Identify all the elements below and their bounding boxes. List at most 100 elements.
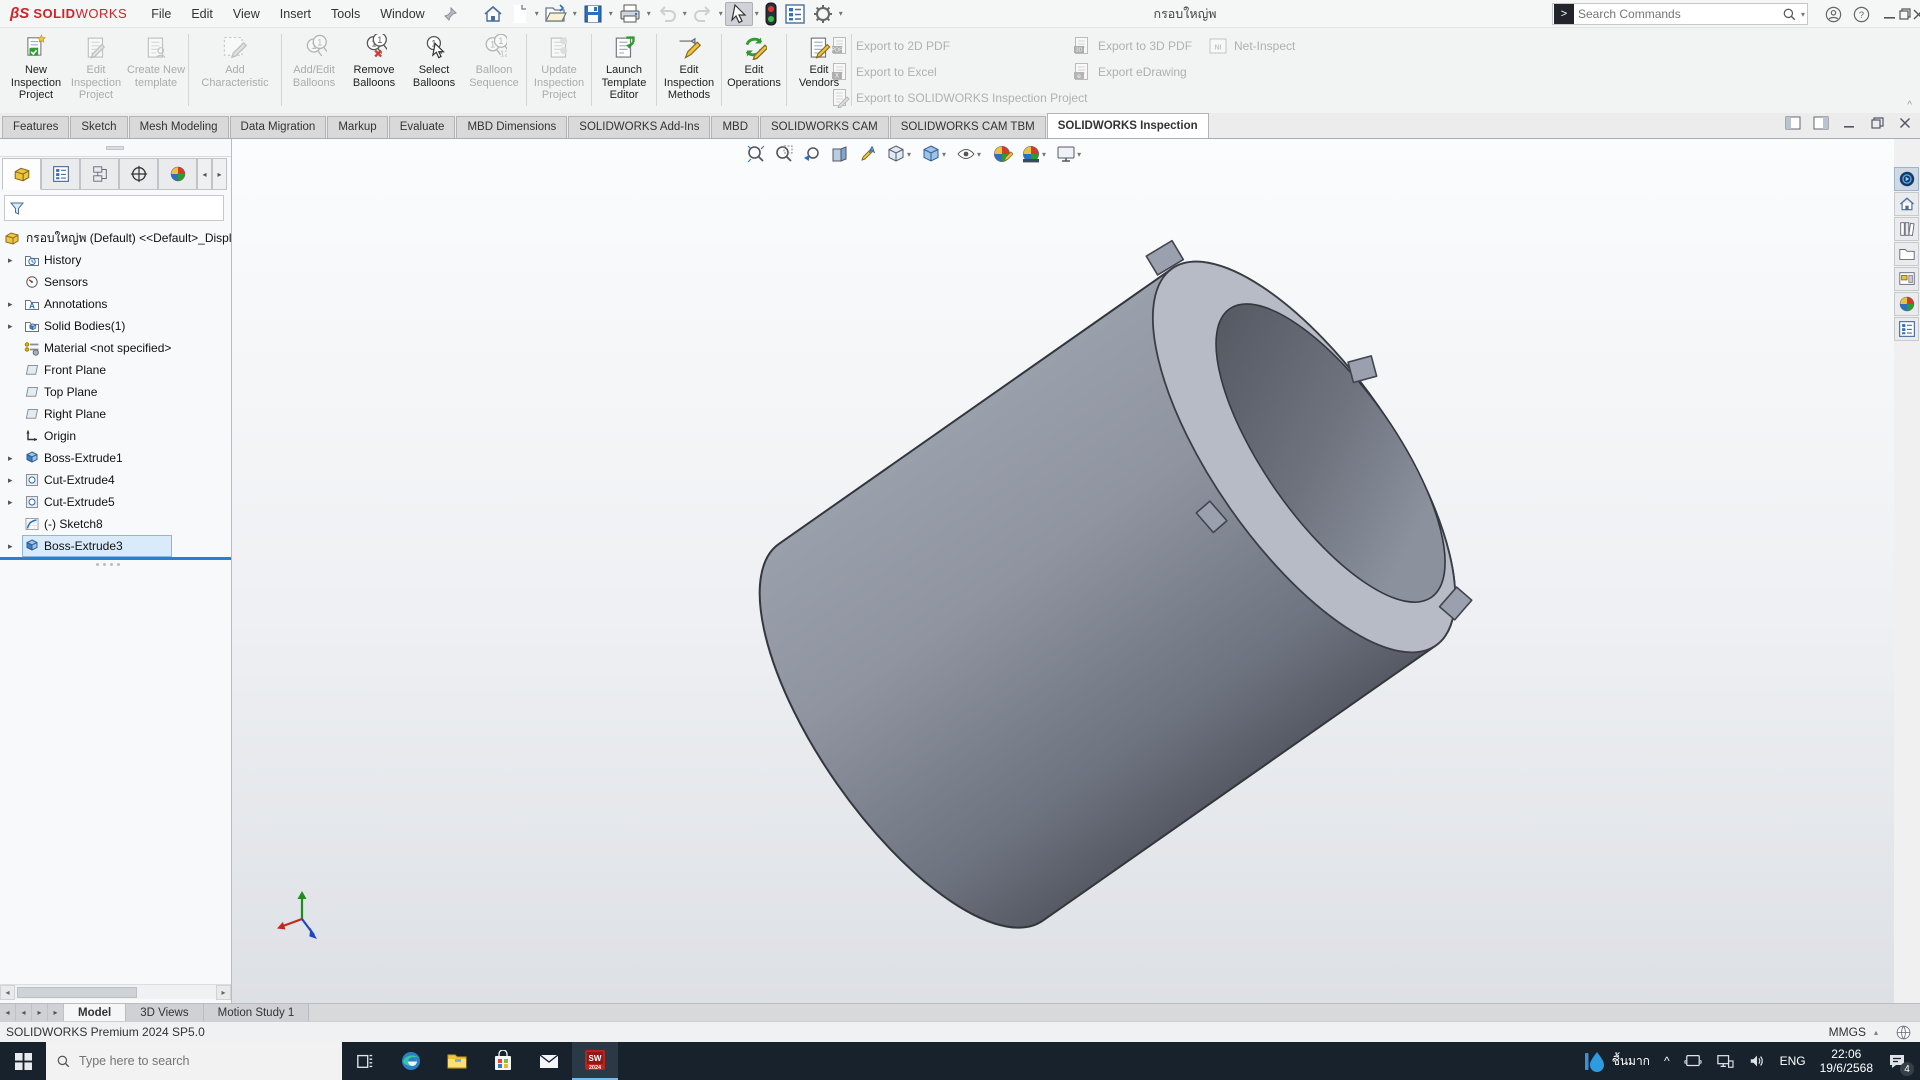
tree-item-origin[interactable]: Origin [0, 425, 232, 447]
help-icon[interactable]: ? [1846, 0, 1876, 28]
graphics-viewport[interactable]: A ▾ ▾ ▾ ▾ ▾ [232, 139, 1894, 1003]
print-button[interactable] [615, 2, 645, 26]
edge-browser-icon[interactable] [388, 1042, 434, 1080]
rebuild-button[interactable] [761, 2, 781, 26]
microsoft-store-icon[interactable] [480, 1042, 526, 1080]
search-icon[interactable] [1782, 7, 1797, 22]
view-orientation-button[interactable]: ▾ [883, 142, 916, 166]
menu-window[interactable]: Window [370, 2, 434, 26]
tree-item-boss-extrude3[interactable]: ▸ Boss-Extrude3 [0, 535, 232, 557]
nav-last-icon[interactable]: ▸ [48, 1004, 64, 1021]
pin-icon[interactable] [443, 7, 457, 21]
ribbon-button-edit-operations[interactable]: Edit Operations [724, 30, 784, 110]
tab-display-manager[interactable] [158, 158, 197, 190]
taskbar-search-box[interactable] [46, 1042, 342, 1080]
expand-arrow-icon[interactable]: ▸ [8, 497, 13, 508]
expand-arrow-icon[interactable]: ▸ [8, 475, 13, 486]
open-document-caret[interactable]: ▾ [573, 9, 577, 18]
start-button[interactable] [0, 1042, 46, 1080]
tree-item-boss-extrude1[interactable]: ▸ Boss-Extrude1 [0, 447, 232, 469]
tab-solidworks-cam[interactable]: SOLIDWORKS CAM [760, 116, 889, 138]
panel-splitter-grip[interactable] [96, 563, 120, 566]
tab-mbd[interactable]: MBD [711, 116, 759, 138]
appearances-scenes-icon[interactable] [1894, 292, 1919, 316]
tab-mbd-dimensions[interactable]: MBD Dimensions [456, 116, 567, 138]
mail-icon[interactable] [526, 1042, 572, 1080]
volume-icon[interactable] [1741, 1042, 1773, 1080]
tree-item-annotations[interactable]: ▸ Annotations [0, 293, 232, 315]
weather-widget[interactable]: ชื้นมาก [1577, 1042, 1657, 1080]
options-list-button[interactable] [781, 2, 809, 26]
split-pane-left-icon[interactable] [1784, 115, 1802, 131]
new-document-button[interactable] [507, 2, 533, 26]
home-tab-icon[interactable] [1894, 192, 1919, 216]
panel-horizontal-scrollbar[interactable]: ◂ ▸ [0, 984, 231, 999]
new-document-caret[interactable]: ▾ [535, 9, 539, 18]
tree-filter-box[interactable] [4, 195, 224, 221]
expand-arrow-icon[interactable]: ▸ [8, 321, 13, 332]
expand-arrow-icon[interactable]: ▸ [8, 541, 13, 552]
split-pane-right-icon[interactable] [1812, 115, 1830, 131]
tree-item-history[interactable]: ▸ History [0, 249, 232, 271]
tab-property-manager[interactable] [41, 158, 80, 190]
hide-show-items-button[interactable]: ▾ [953, 142, 986, 166]
section-view-button[interactable] [827, 142, 853, 166]
menu-view[interactable]: View [223, 2, 270, 26]
screen-cast-icon[interactable] [1677, 1042, 1709, 1080]
tree-item-solid-bodies[interactable]: ▸ Solid Bodies(1) [0, 315, 232, 337]
zoom-to-fit-button[interactable] [743, 142, 769, 166]
tree-item-top-plane[interactable]: Top Plane [0, 381, 232, 403]
tree-item-sketch8[interactable]: (-) Sketch8 [0, 513, 232, 535]
settings-gear-button[interactable] [809, 2, 837, 26]
ribbon-button-launch-template-editor[interactable]: Launch Template Editor [594, 30, 654, 110]
tree-item-front-plane[interactable]: Front Plane [0, 359, 232, 381]
dynamic-annotation-views-button[interactable]: A [855, 142, 881, 166]
menu-file[interactable]: File [141, 2, 181, 26]
nav-first-icon[interactable]: ◂ [0, 1004, 16, 1021]
print-caret[interactable]: ▾ [647, 9, 651, 18]
close-button[interactable] [1903, 0, 1920, 28]
ribbon-button-new-inspection-project[interactable]: New Inspection Project [6, 30, 66, 110]
user-account-icon[interactable] [1818, 0, 1848, 28]
save-caret[interactable]: ▾ [609, 9, 613, 18]
doc-close-icon[interactable] [1896, 115, 1914, 131]
file-explorer-icon[interactable] [1894, 242, 1919, 266]
doc-minimize-icon[interactable] [1840, 115, 1858, 131]
command-search-input[interactable] [1578, 7, 1782, 21]
tab-markup[interactable]: Markup [327, 116, 387, 138]
open-document-button[interactable] [541, 2, 571, 26]
save-button[interactable] [579, 2, 607, 26]
panel-tab-scroll-right[interactable]: ▸ [212, 158, 227, 190]
expand-arrow-icon[interactable]: ▸ [8, 255, 13, 266]
taskbar-search-input[interactable] [79, 1054, 309, 1068]
rollback-bar[interactable] [0, 557, 231, 560]
units-selector[interactable]: MMGS ▴ [1829, 1025, 1880, 1039]
tree-item-sensors[interactable]: Sensors [0, 271, 232, 293]
tab-mesh-modeling[interactable]: Mesh Modeling [129, 116, 229, 138]
menu-insert[interactable]: Insert [270, 2, 321, 26]
select-tool-caret[interactable]: ▾ [755, 9, 759, 18]
hidden-icons-chevron[interactable]: ^ [1657, 1042, 1677, 1080]
file-explorer-taskbar-icon[interactable] [434, 1042, 480, 1080]
task-view-button[interactable] [342, 1042, 388, 1080]
scrollbar-thumb[interactable] [17, 987, 137, 998]
expand-arrow-icon[interactable]: ▸ [8, 299, 13, 310]
menu-tools[interactable]: Tools [321, 2, 370, 26]
display-style-button[interactable]: ▾ [918, 142, 951, 166]
home-button[interactable] [479, 2, 507, 26]
ribbon-collapse-chevron-icon[interactable]: ^ [1907, 100, 1912, 111]
tab-evaluate[interactable]: Evaluate [389, 116, 456, 138]
tab-configuration-manager[interactable] [80, 158, 119, 190]
design-library-icon[interactable] [1894, 217, 1919, 241]
custom-properties-icon[interactable] [1894, 317, 1919, 341]
tab-navigation-buttons[interactable]: ◂ ◂ ▸ ▸ [0, 1004, 64, 1021]
expand-arrow-icon[interactable]: ▸ [8, 453, 13, 464]
tab-3d-views[interactable]: 3D Views [126, 1004, 203, 1021]
select-tool-button[interactable] [725, 2, 753, 26]
3dexperience-icon[interactable] [1894, 167, 1919, 191]
settings-caret[interactable]: ▾ [839, 9, 843, 18]
panel-tab-scroll-left[interactable]: ◂ [197, 158, 212, 190]
tab-solidworks-inspection[interactable]: SOLIDWORKS Inspection [1047, 113, 1209, 138]
tab-features[interactable]: Features [2, 116, 69, 138]
view-palette-icon[interactable] [1894, 267, 1919, 291]
